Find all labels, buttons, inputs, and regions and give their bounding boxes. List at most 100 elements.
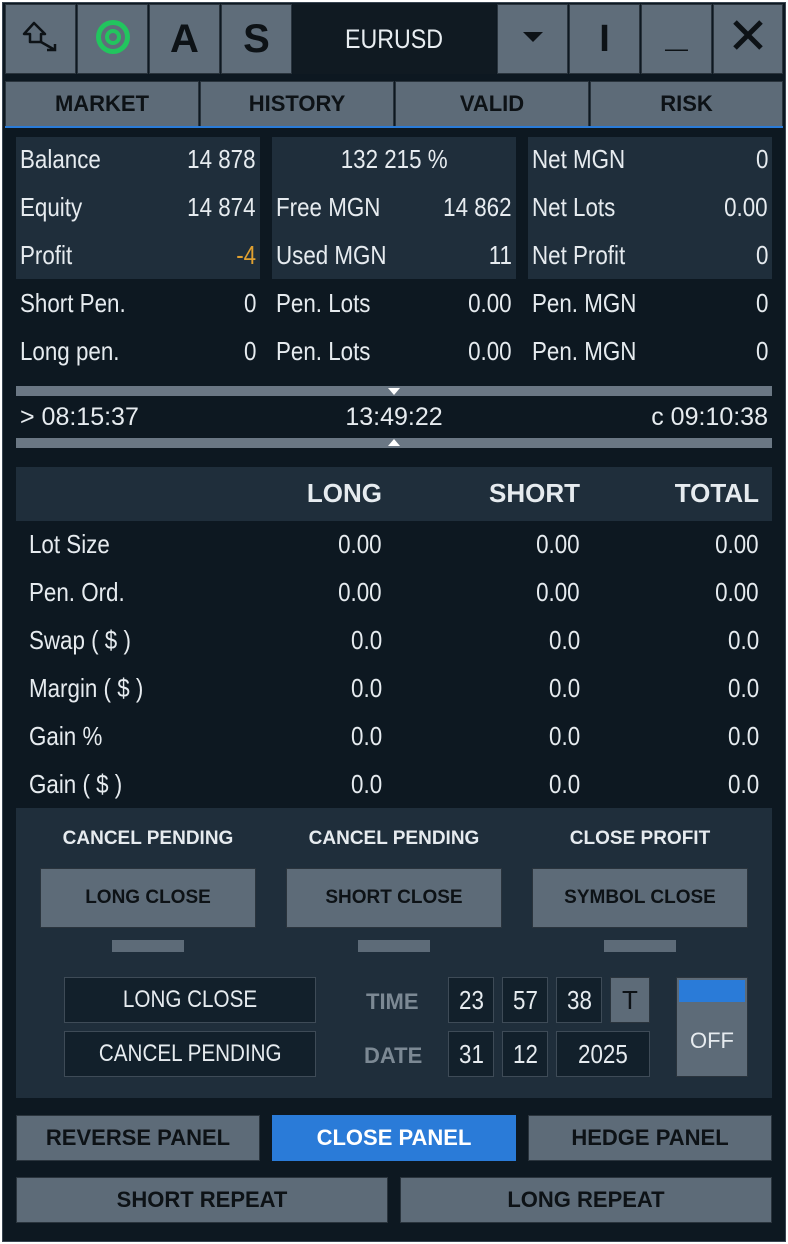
row-label: Gain %: [29, 721, 103, 751]
close-icon: [731, 17, 765, 62]
row-total-value: 0.0: [727, 769, 759, 799]
tab-history[interactable]: HISTORY: [200, 81, 394, 127]
dropdown-button[interactable]: [497, 4, 568, 74]
long-pen-label: Long pen.: [20, 336, 120, 366]
row-total-value: 0.00: [715, 577, 759, 607]
row-total-value: 0.0: [727, 625, 759, 655]
net-profit-label: Net Profit: [532, 240, 626, 270]
time-label: TIME: [366, 989, 419, 1014]
free-mgn-value: 14 862: [443, 192, 512, 222]
net-mgn-value: 0: [755, 144, 768, 174]
cancel-pending-title-1: CANCEL PENDING: [62, 828, 234, 849]
net-lots-label: Net Lots: [532, 192, 616, 222]
balance-value: 14 878: [187, 144, 256, 174]
table-header: [16, 467, 772, 521]
profit-value: -4: [236, 240, 256, 270]
long-close-indicator: [112, 940, 184, 952]
row-long-value: 0.00: [338, 577, 382, 607]
pen-lots-value-2: 0.00: [468, 336, 512, 366]
pen-mgn-value-2: 0: [755, 336, 768, 366]
row-short-value: 0.00: [536, 529, 580, 559]
s-button[interactable]: S: [221, 4, 292, 74]
long-pen-value: 0: [243, 336, 256, 366]
pen-mgn-label-1: Pen. MGN: [532, 288, 637, 318]
row-long-value: 0.0: [350, 721, 382, 751]
close-panel-button[interactable]: CLOSE PANEL: [272, 1115, 516, 1161]
long-repeat-button[interactable]: LONG REPEAT: [400, 1177, 772, 1223]
hedge-panel-button[interactable]: HEDGE PANEL: [528, 1115, 772, 1161]
target-button[interactable]: [77, 4, 148, 74]
profit-label: Profit: [20, 240, 73, 270]
short-repeat-button[interactable]: SHORT REPEAT: [16, 1177, 388, 1223]
month-input[interactable]: 12: [502, 1031, 548, 1077]
pen-mgn-value-1: 0: [755, 288, 768, 318]
back-button[interactable]: [5, 4, 76, 74]
second-input[interactable]: 38: [556, 977, 602, 1023]
time-left: > 08:15:37: [20, 403, 139, 431]
net-lots-value: 0.00: [724, 192, 768, 222]
symbol-close-indicator: [604, 940, 676, 952]
day-input[interactable]: 31: [448, 1031, 494, 1077]
used-mgn-value: 11: [488, 240, 512, 270]
col-short: SHORT: [489, 478, 580, 508]
equity-value: 14 874: [187, 192, 256, 222]
row-short-value: 0.0: [548, 625, 580, 655]
collapse-arrow-icon: [388, 388, 400, 395]
tab-underline: [5, 126, 783, 128]
tab-risk[interactable]: RISK: [590, 81, 783, 127]
cancel-pending-title-2: CANCEL PENDING: [308, 828, 480, 849]
minimize-button[interactable]: _: [641, 4, 712, 74]
row-total-value: 0.0: [727, 721, 759, 751]
info-button[interactable]: I: [569, 4, 640, 74]
row-total-value: 0.0: [727, 673, 759, 703]
row-total-value: 0.00: [715, 529, 759, 559]
row-label: Gain ( $ ): [29, 769, 123, 799]
short-close-indicator: [358, 940, 430, 952]
balance-label: Balance: [20, 144, 101, 174]
short-close-button[interactable]: SHORT CLOSE: [286, 868, 502, 928]
row-label: Pen. Ord.: [29, 577, 125, 607]
time-set-button[interactable]: T: [610, 977, 650, 1023]
schedule-pending-select[interactable]: CANCEL PENDING: [64, 1031, 316, 1077]
long-close-button[interactable]: LONG CLOSE: [40, 868, 256, 928]
tab-valid[interactable]: VALID: [395, 81, 589, 127]
short-pen-label: Short Pen.: [20, 288, 126, 318]
margin-level: 132 215 %: [340, 144, 448, 174]
collapse-bar-top[interactable]: [16, 386, 772, 396]
time-center: 13:49:22: [345, 403, 443, 431]
time-right: c 09:10:38: [651, 403, 768, 431]
pen-lots-label-1: Pen. Lots: [276, 288, 371, 318]
row-long-value: 0.0: [350, 769, 382, 799]
reverse-panel-button[interactable]: REVERSE PANEL: [16, 1115, 260, 1161]
row-short-value: 0.0: [548, 721, 580, 751]
symbol-title: EURUSD: [293, 4, 496, 74]
row-label: Swap ( $ ): [29, 625, 131, 655]
schedule-toggle[interactable]: OFF: [676, 977, 748, 1077]
col-long: LONG: [306, 478, 382, 508]
row-label: Margin ( $ ): [29, 673, 144, 703]
short-pen-value: 0: [243, 288, 256, 318]
year-input[interactable]: 2025: [556, 1031, 650, 1077]
pen-mgn-label-2: Pen. MGN: [532, 336, 637, 366]
schedule-action-select[interactable]: LONG CLOSE: [64, 977, 316, 1023]
pen-lots-label-2: Pen. Lots: [276, 336, 371, 366]
back-arrow-icon: [21, 20, 61, 59]
col-total: TOTAL: [674, 478, 759, 508]
hour-input[interactable]: 23: [448, 977, 494, 1023]
row-short-value: 0.0: [548, 673, 580, 703]
a-button[interactable]: A: [149, 4, 220, 74]
tab-market[interactable]: MARKET: [5, 81, 199, 127]
target-icon: [93, 17, 133, 62]
expand-arrow-icon: [388, 439, 400, 446]
symbol-close-button[interactable]: SYMBOL CLOSE: [532, 868, 748, 928]
close-profit-title: CLOSE PROFIT: [569, 828, 711, 849]
toggle-indicator: [679, 980, 745, 1002]
dropdown-icon: [521, 30, 545, 49]
net-mgn-label: Net MGN: [532, 144, 626, 174]
close-button[interactable]: [713, 4, 783, 74]
row-long-value: 0.00: [338, 529, 382, 559]
row-long-value: 0.0: [350, 673, 382, 703]
collapse-bar-bottom[interactable]: [16, 438, 772, 448]
minute-input[interactable]: 57: [502, 977, 548, 1023]
equity-label: Equity: [20, 192, 83, 222]
